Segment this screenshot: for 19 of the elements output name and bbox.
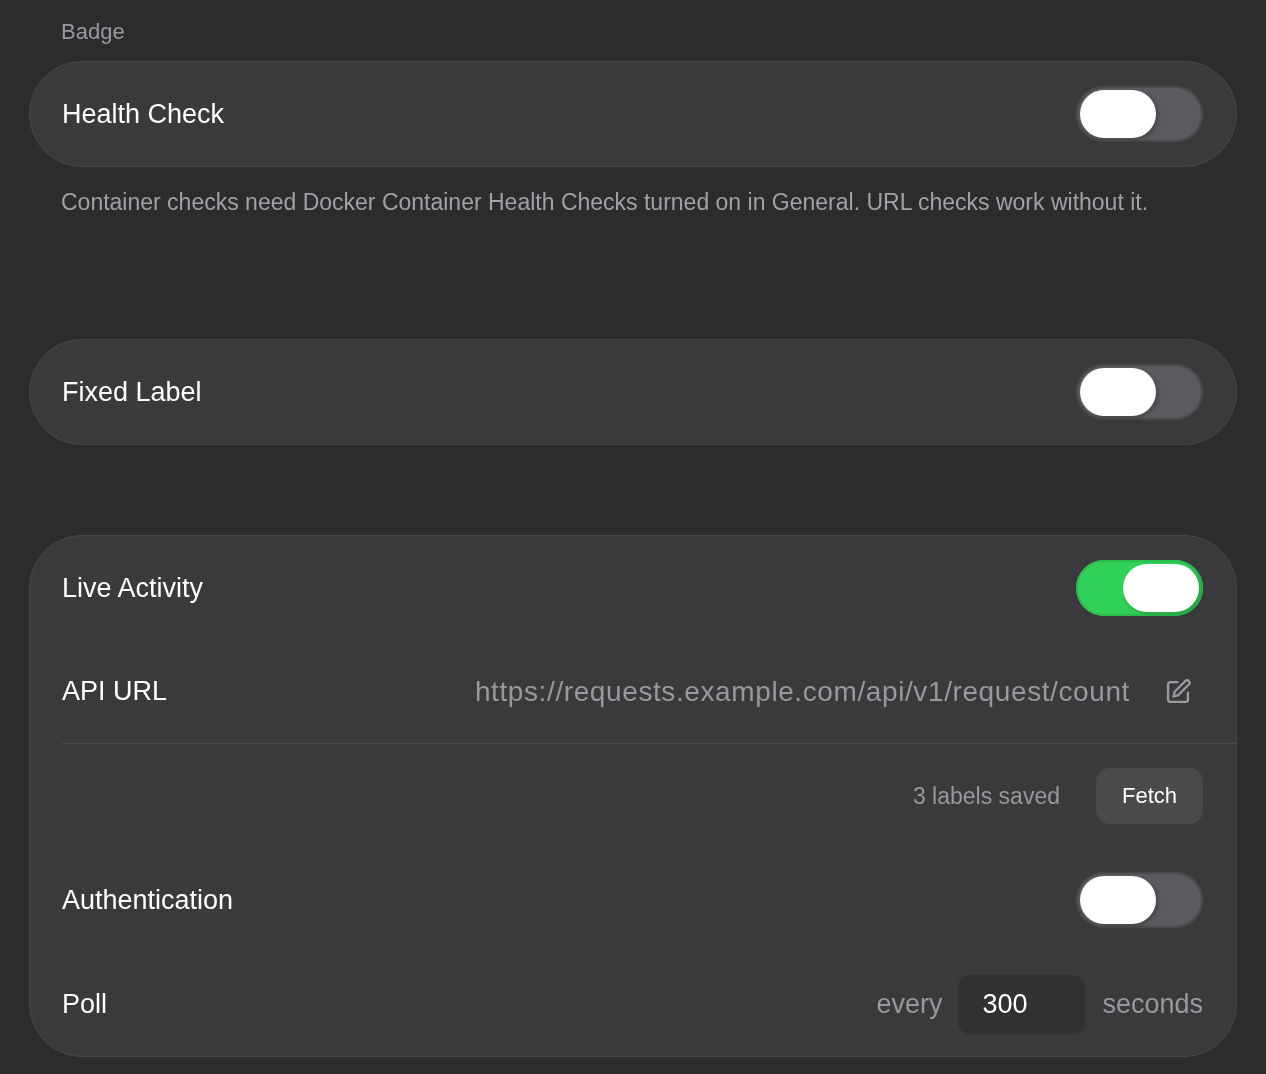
setting-label: Fixed Label: [62, 376, 202, 408]
setting-label: Poll: [62, 988, 108, 1020]
prefix-text: every: [876, 988, 943, 1020]
status-text: 3 labels saved: [912, 782, 1060, 810]
setting-label: Health Check: [62, 98, 225, 130]
fetch-button[interactable]: Fetch: [1095, 768, 1203, 824]
interval-field[interactable]: 300: [958, 974, 1086, 1034]
setting-label: Authentication: [62, 884, 234, 916]
setting-label: API URL: [62, 676, 168, 707]
toggle-switch[interactable]: [1076, 86, 1203, 142]
footer-note: Container checks need Docker Container Health Checks turned on in General. URL checks work without it.: [60, 188, 1150, 217]
toggle-switch[interactable]: [1076, 364, 1203, 420]
toggle-switch[interactable]: [1076, 560, 1203, 616]
setting-label: Live Activity: [62, 572, 204, 604]
section-header: Badge: [60, 20, 126, 44]
toggle-switch[interactable]: [1076, 872, 1203, 928]
edit-icon[interactable]: [1164, 677, 1192, 706]
url-value: https://requests.example.com/api/v1/request/count: [474, 675, 1130, 708]
suffix-text: seconds: [1102, 988, 1203, 1020]
